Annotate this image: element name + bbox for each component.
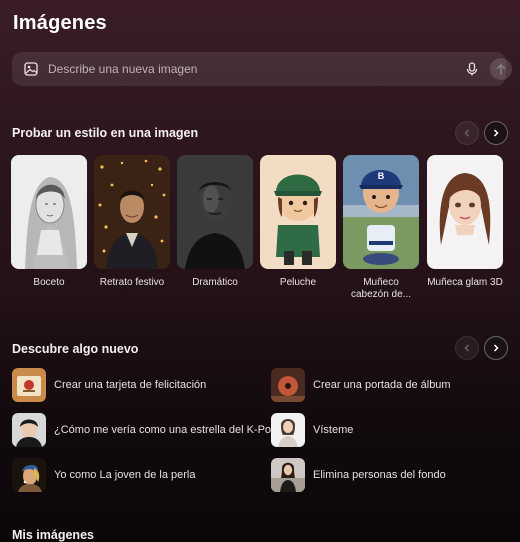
styles-prev-button[interactable] [455,121,479,145]
arrow-up-icon [496,64,506,75]
search-input[interactable] [48,59,428,79]
dramatico-thumbnail [177,155,253,269]
style-card-muneca-glam[interactable]: Muñeca glam 3D [427,155,503,289]
search-bar[interactable] [12,52,512,86]
image-icon [24,62,38,76]
style-card-retrato-festivo[interactable]: Retrato festivo [94,155,170,289]
chevron-left-icon [464,344,469,352]
discover-item-visteme[interactable]: Vísteme [271,413,353,447]
muneca-glam-thumbnail [427,155,503,269]
tarjeta-thumbnail [12,368,46,402]
style-card-label: Dramático [192,277,238,288]
discover-item-label: Yo como La joven de la perla [54,468,196,481]
discover-prev-button[interactable] [455,336,479,360]
discover-item-kpop[interactable]: ¿Cómo me vería como una estrella del K-P… [12,413,284,447]
style-card-label: Retrato festivo [99,277,165,288]
kpop-thumbnail [12,413,46,447]
eliminar-personas-thumbnail [271,458,305,492]
discover-item-label: Vísteme [313,423,354,436]
chevron-right-icon [493,344,499,352]
muneco-cabezon-thumbnail: B [343,155,419,269]
discover-item-label: Elimina personas del fondo [313,468,446,481]
peluche-thumbnail [260,155,336,269]
discover-item-portada[interactable]: Crear una portada de álbum [271,368,451,402]
my-images-title: Mis imágenes [12,528,94,542]
discover-item-eliminar-personas[interactable]: Elimina personas del fondo [271,458,446,492]
visteme-thumbnail [271,413,305,447]
style-card-label: Muñeco cabezón de... [350,277,412,300]
styles-next-button[interactable] [484,121,508,145]
discover-item-tarjeta[interactable]: Crear una tarjeta de felicitación [12,368,206,402]
discover-item-perla[interactable]: Yo como La joven de la perla [12,458,195,492]
discover-item-label: ¿Cómo me vería como una estrella del K-P… [54,423,284,436]
style-card-muneco-cabezon[interactable]: B Muñeco cabezón de... [343,155,419,301]
style-card-peluche[interactable]: Peluche [260,155,336,289]
chevron-left-icon [464,129,469,137]
microphone-icon[interactable] [464,61,480,77]
styles-section-title: Probar un estilo en una imagen [12,126,199,140]
send-button[interactable] [490,58,512,80]
discover-item-label: Crear una tarjeta de felicitación [54,378,207,391]
retrato-festivo-thumbnail [94,155,170,269]
style-card-label: Boceto [33,277,65,288]
style-card-label: Muñeca glam 3D [427,277,503,288]
perla-thumbnail [12,458,46,492]
discover-next-button[interactable] [484,336,508,360]
style-card-dramatico[interactable]: Dramático [177,155,253,289]
svg-text:B: B [378,171,385,181]
page-title: Imágenes [13,12,107,34]
discover-item-label: Crear una portada de álbum [313,378,451,391]
chevron-right-icon [493,129,499,137]
boceto-thumbnail [11,155,87,269]
discover-section-title: Descubre algo nuevo [12,342,139,356]
portada-thumbnail [271,368,305,402]
style-card-boceto[interactable]: Boceto [11,155,87,289]
style-card-label: Peluche [279,277,317,288]
